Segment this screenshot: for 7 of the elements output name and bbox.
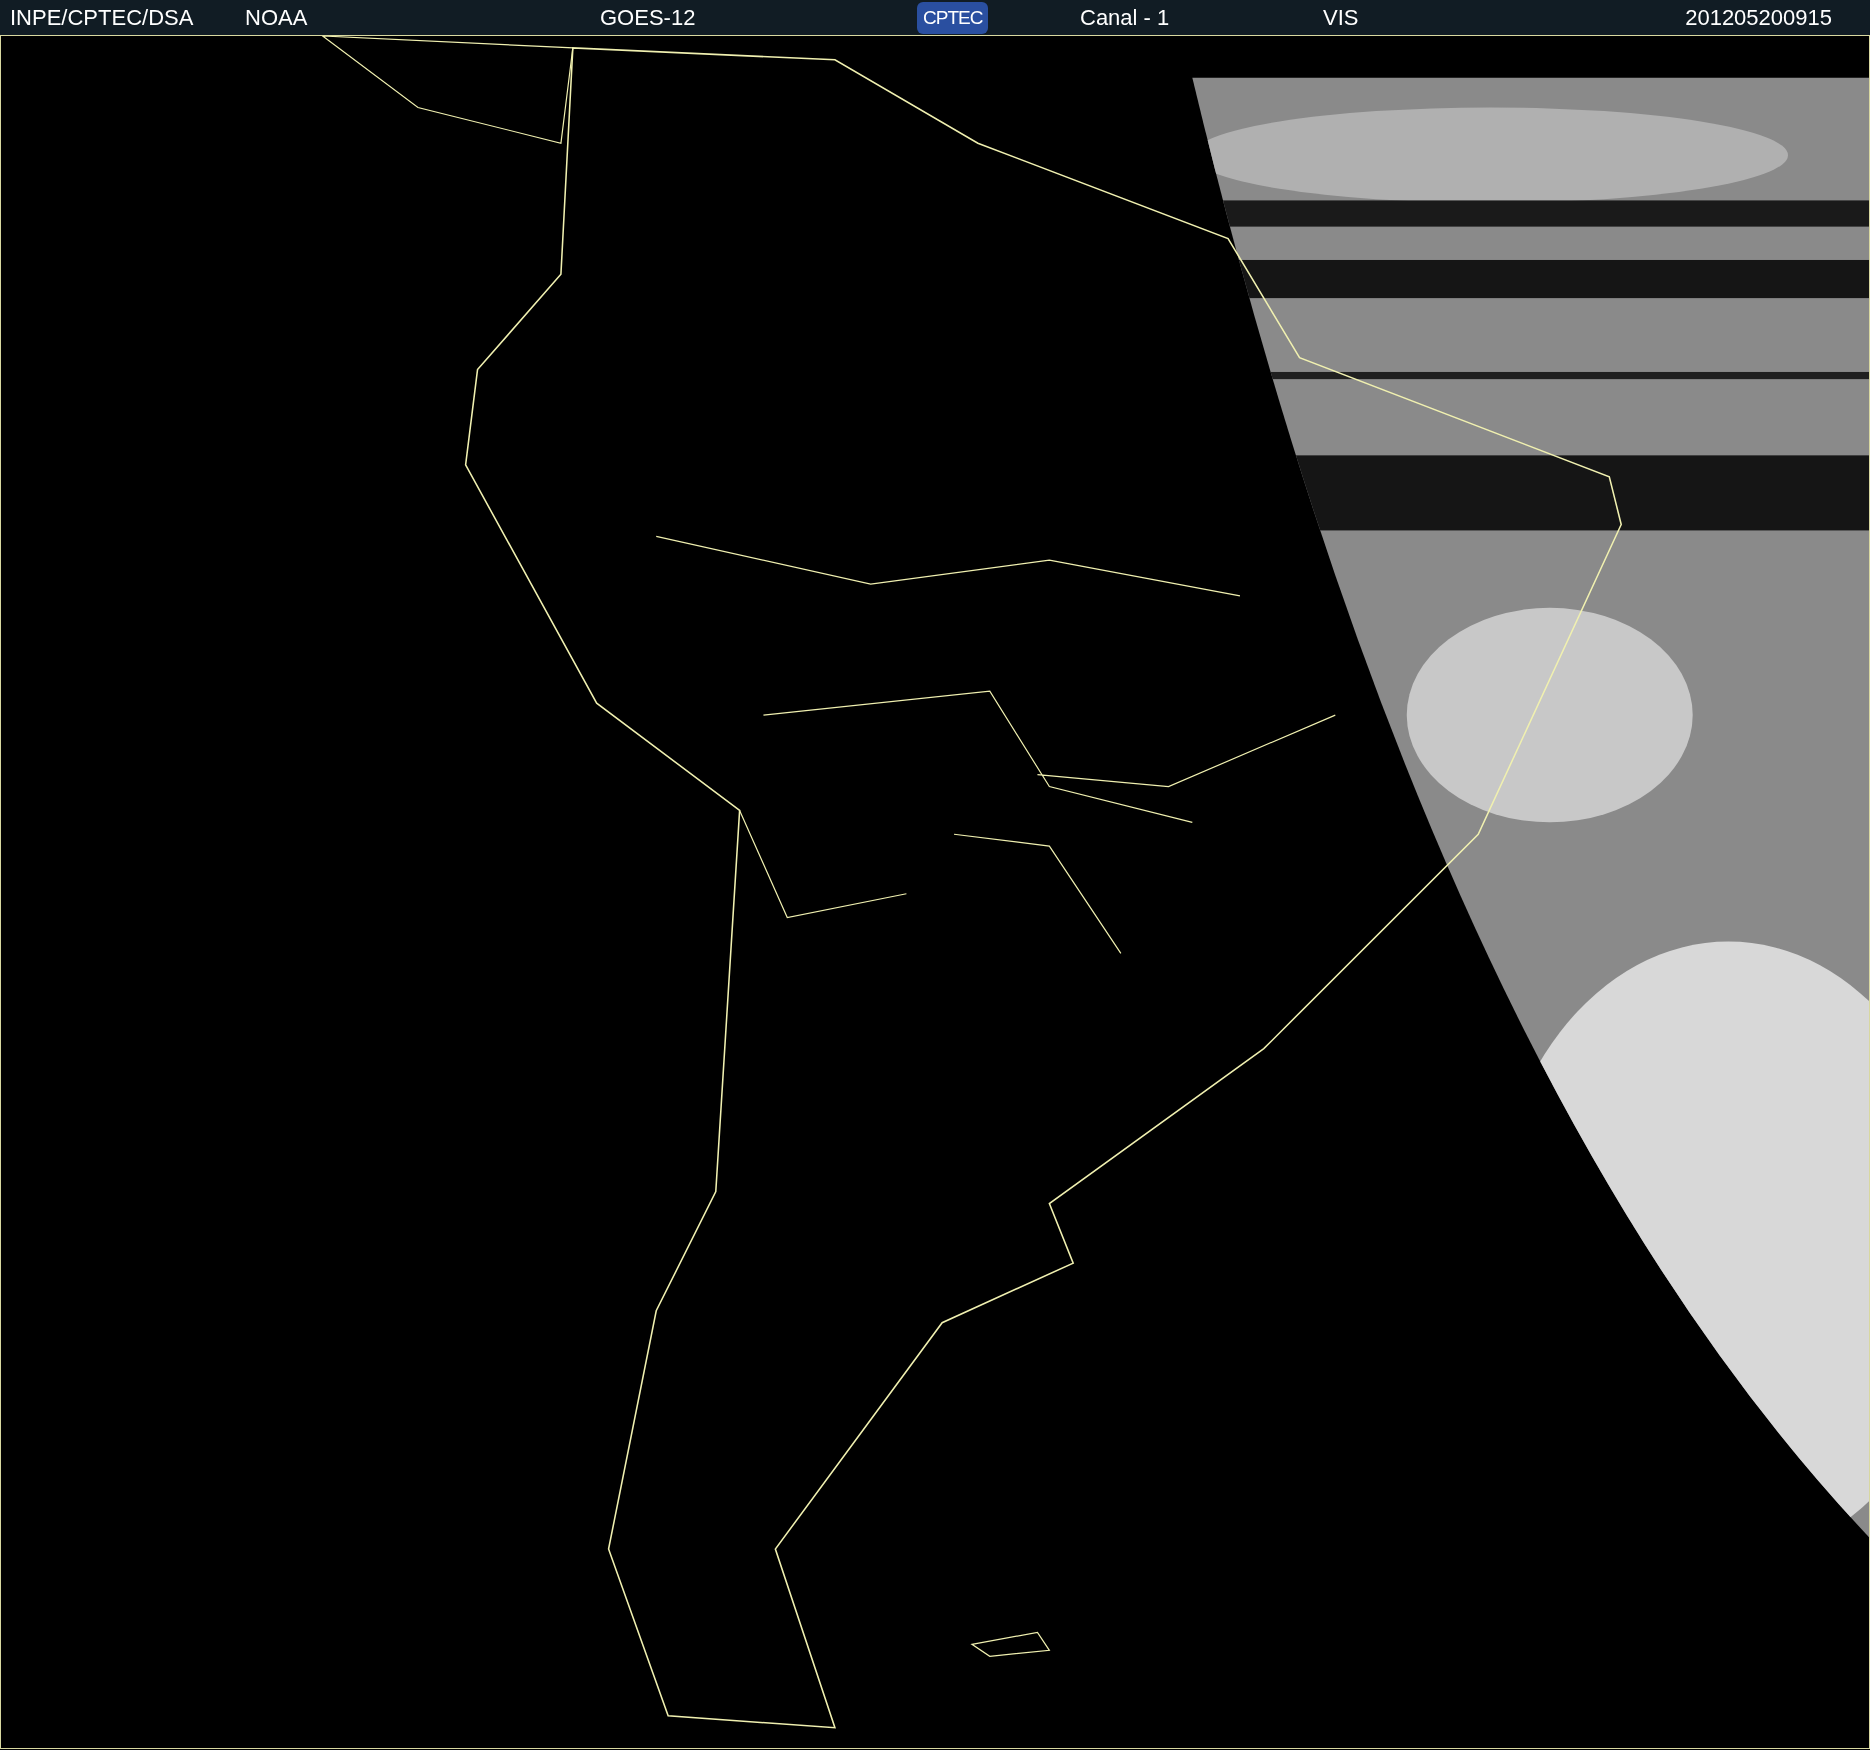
logo: CPTEC [917,1,989,34]
agency-label: NOAA [245,4,308,31]
source-label: INPE/CPTEC/DSA [10,4,194,31]
band-label: VIS [1323,4,1359,31]
timestamp-label: 201205200915 [1685,4,1832,31]
channel-label: Canal - 1 [1080,4,1170,31]
satellite-label: GOES-12 [600,4,696,31]
